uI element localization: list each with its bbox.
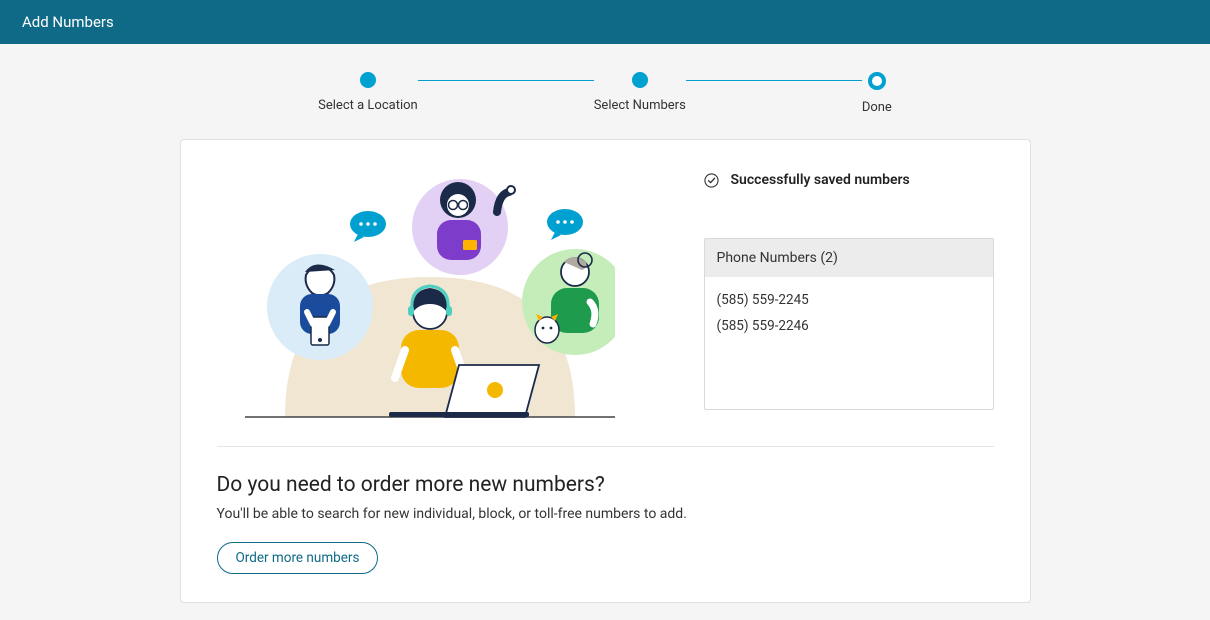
step-label: Select Numbers: [594, 98, 686, 113]
phone-numbers-list: (585) 559-2245 (585) 559-2246: [705, 277, 993, 409]
step-dot-completed: [360, 72, 376, 88]
info-column: Successfully saved numbers Phone Numbers…: [704, 172, 994, 422]
step-dot-current: [868, 72, 886, 90]
speech-bubble-icon: [350, 211, 386, 242]
success-message-text: Successfully saved numbers: [731, 172, 910, 188]
phone-numbers-header: Phone Numbers (2): [705, 239, 993, 277]
success-message-row: Successfully saved numbers: [704, 172, 994, 188]
step-connector: [686, 80, 862, 81]
step-connector: [418, 80, 594, 81]
order-more-numbers-button[interactable]: Order more numbers: [217, 542, 379, 574]
page-title: Add Numbers: [22, 13, 114, 31]
step-dot-completed: [632, 72, 648, 88]
prompt-title: Do you need to order more new numbers?: [217, 473, 994, 497]
step-select-numbers: Select Numbers: [594, 72, 686, 113]
check-circle-icon: [704, 173, 719, 188]
prompt-description: You'll be able to search for new individ…: [217, 506, 994, 522]
main-card: Successfully saved numbers Phone Numbers…: [180, 139, 1031, 603]
phone-number-item: (585) 559-2246: [717, 313, 981, 339]
card-bottom: Do you need to order more new numbers? Y…: [181, 447, 1030, 602]
card-top: Successfully saved numbers Phone Numbers…: [181, 140, 1030, 446]
phone-number-item: (585) 559-2245: [717, 287, 981, 313]
illustration-wrap: [217, 172, 644, 422]
speech-bubble-icon: [547, 209, 583, 240]
stepper: Select a Location Select Numbers Done: [0, 44, 1210, 139]
step-label: Done: [862, 100, 892, 115]
step-done: Done: [862, 72, 892, 115]
step-label: Select a Location: [318, 98, 418, 113]
page-header: Add Numbers: [0, 0, 1210, 44]
people-illustration: [245, 172, 615, 422]
phone-numbers-panel: Phone Numbers (2) (585) 559-2245 (585) 5…: [704, 238, 994, 410]
step-select-location: Select a Location: [318, 72, 418, 113]
